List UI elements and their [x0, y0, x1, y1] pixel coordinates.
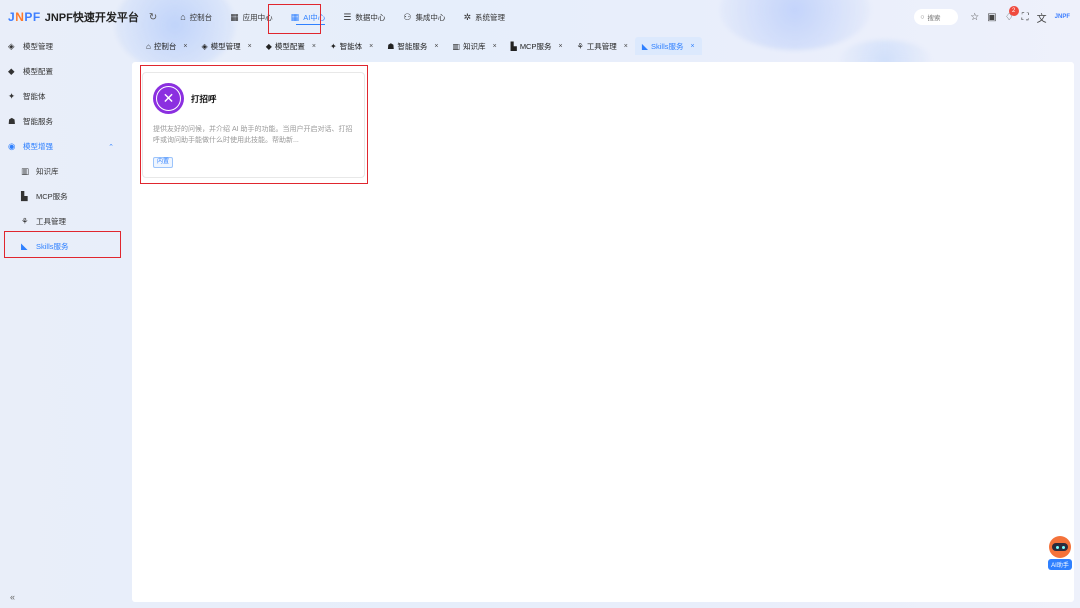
- highlight-skill-card: [140, 65, 368, 184]
- ai-assistant-button[interactable]: AI助手: [1046, 536, 1074, 570]
- close-icon[interactable]: ×: [369, 43, 373, 50]
- sidebar-item-label: 模型管理: [23, 42, 53, 51]
- close-icon[interactable]: ×: [558, 43, 562, 50]
- tab-label: 工具管理: [586, 41, 617, 51]
- tab-3[interactable]: ✦ 智能体 ×: [323, 37, 380, 55]
- sidebar-item-1[interactable]: ◆ 模型配置: [0, 59, 126, 84]
- topnav-label: 集成中心: [415, 12, 446, 22]
- tab-label: 控制台: [153, 41, 177, 51]
- tab-7[interactable]: ⚘ 工具管理 ×: [570, 37, 635, 55]
- tab-label: 知识库: [463, 41, 486, 51]
- tab-label: MCP服务: [519, 41, 552, 51]
- skills-icon: ◣: [641, 41, 648, 51]
- sidebar: ◈ 模型管理 ◆ 模型配置 ✦ 智能体 ☗ 智能服务 ◉ 模型增强 ⌃ ▥ 知识库 ▙ MCP服务 ⚘ 工具管理…: [0, 34, 126, 608]
- sidebar-item-4[interactable]: ◉ 模型增强 ⌃: [0, 134, 126, 159]
- close-icon[interactable]: ×: [434, 43, 438, 50]
- model-manage-icon: ◈: [8, 41, 15, 51]
- topnav-item-5[interactable]: ✲ 系统管理: [454, 0, 514, 34]
- tab-0[interactable]: ⌂ 控制台 ×: [139, 37, 194, 55]
- tab-4[interactable]: ☗ 智能服务 ×: [380, 37, 445, 55]
- chevron-up-icon[interactable]: ⌃: [108, 143, 114, 151]
- tab-label: 模型配置: [274, 41, 305, 51]
- agent-icon: ✦: [8, 91, 16, 101]
- close-icon[interactable]: ×: [624, 43, 628, 50]
- close-icon[interactable]: ×: [248, 43, 252, 50]
- model-config-icon: ◆: [265, 41, 272, 51]
- tab-2[interactable]: ◆ 模型配置 ×: [259, 37, 323, 55]
- mcp-icon: ▙: [21, 191, 28, 201]
- tab-label: 智能服务: [397, 41, 428, 51]
- top-right-tools: ○ 搜索 ☆ ▣ ♢ 2 ⛶ 文 JNPF: [914, 0, 1070, 34]
- close-icon[interactable]: ×: [312, 43, 316, 50]
- model-manage-icon: ◈: [201, 41, 208, 51]
- tab-1[interactable]: ◈ 模型管理 ×: [194, 37, 258, 55]
- collapse-sidebar-icon[interactable]: «: [10, 592, 15, 602]
- topnav-item-0[interactable]: ⌂ 控制台: [171, 0, 221, 34]
- knowledge-icon: ▥: [21, 166, 30, 176]
- tab-label: Skills服务: [651, 41, 684, 51]
- top-nav: ⌂ 控制台 ▦ 应用中心 ▦ AI中心 ☰ 数据中心 ⚇ 集成中心 ✲ 系统管理: [171, 0, 514, 34]
- topnav-label: 系统管理: [474, 12, 505, 22]
- tab-bar: ⌂ 控制台 × ◈ 模型管理 × ◆ 模型配置 × ✦ 智能体 × ☗ 智能服务 × ▥ 知识库 × ▙ MCP服务 ×…: [139, 37, 702, 55]
- tab-label: 智能体: [339, 41, 363, 51]
- logo[interactable]: JNPF JNPF快速开发平台: [8, 0, 139, 34]
- home-icon: ⌂: [180, 12, 186, 22]
- app-title: JNPF快速开发平台: [44, 12, 139, 24]
- robot-icon: [1049, 536, 1071, 558]
- knowledge-icon: ▥: [452, 41, 461, 51]
- ai-assistant-label: AI助手: [1048, 559, 1072, 570]
- apps-icon: ▦: [230, 11, 239, 22]
- bell-icon[interactable]: ♢ 2: [1005, 5, 1019, 23]
- sidebar-item-label: 模型配置: [23, 67, 53, 76]
- sidebar-item-label: 智能体: [23, 92, 46, 101]
- sidebar-item-label: 工具管理: [36, 217, 66, 226]
- sidebar-item-label: 知识库: [36, 167, 59, 176]
- robot-icon: ☗: [387, 41, 395, 51]
- search-input[interactable]: ○ 搜索: [914, 9, 959, 25]
- settings-icon: ✲: [463, 11, 471, 22]
- database-icon: ☰: [343, 11, 352, 22]
- highlight-ai-center: [268, 4, 321, 34]
- top-bar: JNPF JNPF快速开发平台 ↻ ⌂ 控制台 ▦ 应用中心 ▦ AI中心 ☰ 数据中心 ⚇ 集成…: [0, 0, 1080, 34]
- search-placeholder: 搜索: [927, 15, 941, 22]
- home-icon: ⌂: [146, 41, 151, 51]
- model-enhance-icon: ◉: [8, 141, 16, 151]
- tab-label: 模型管理: [210, 41, 241, 51]
- fullscreen-icon[interactable]: ⛶: [1022, 12, 1029, 23]
- close-icon[interactable]: ×: [183, 43, 187, 50]
- model-config-icon: ◆: [8, 66, 15, 76]
- sidebar-item-label: 智能服务: [23, 117, 53, 126]
- translate-icon[interactable]: 文: [1037, 10, 1047, 25]
- tools-icon: ⚘: [21, 216, 29, 226]
- sidebar-item-label: MCP服务: [36, 192, 68, 201]
- sidebar-item-3[interactable]: ☗ 智能服务: [0, 109, 126, 134]
- refresh-icon[interactable]: ↻: [149, 12, 157, 23]
- topnav-label: 控制台: [189, 12, 213, 22]
- tools-icon: ⚘: [576, 41, 584, 51]
- brand-small[interactable]: JNPF: [1055, 14, 1070, 20]
- topnav-item-4[interactable]: ⚇ 集成中心: [394, 0, 454, 34]
- robot-icon: ☗: [8, 116, 16, 126]
- tab-5[interactable]: ▥ 知识库 ×: [446, 37, 504, 55]
- mcp-icon: ▙: [510, 41, 517, 51]
- close-icon[interactable]: ×: [493, 43, 497, 50]
- logo-mark: JNPF: [8, 10, 41, 24]
- star-icon[interactable]: ☆: [970, 12, 979, 23]
- sidebar-item-label: 模型增强: [23, 142, 53, 151]
- sidebar-item-6[interactable]: ▙ MCP服务: [0, 184, 126, 209]
- tab-8[interactable]: ◣ Skills服务 ×: [634, 37, 702, 55]
- notification-badge: 2: [1008, 5, 1019, 16]
- highlight-skills-service: [4, 231, 121, 258]
- sidebar-item-0[interactable]: ◈ 模型管理: [0, 34, 126, 59]
- search-icon: ○: [920, 13, 925, 21]
- document-icon[interactable]: ▣: [987, 12, 996, 23]
- sidebar-item-2[interactable]: ✦ 智能体: [0, 84, 126, 109]
- topnav-label: 数据中心: [355, 12, 386, 22]
- close-icon[interactable]: ×: [691, 43, 695, 50]
- agent-icon: ✦: [329, 41, 337, 51]
- topnav-item-3[interactable]: ☰ 数据中心: [334, 0, 394, 34]
- integration-icon: ⚇: [403, 11, 412, 22]
- tab-6[interactable]: ▙ MCP服务 ×: [504, 37, 570, 55]
- sidebar-item-5[interactable]: ▥ 知识库: [0, 159, 126, 184]
